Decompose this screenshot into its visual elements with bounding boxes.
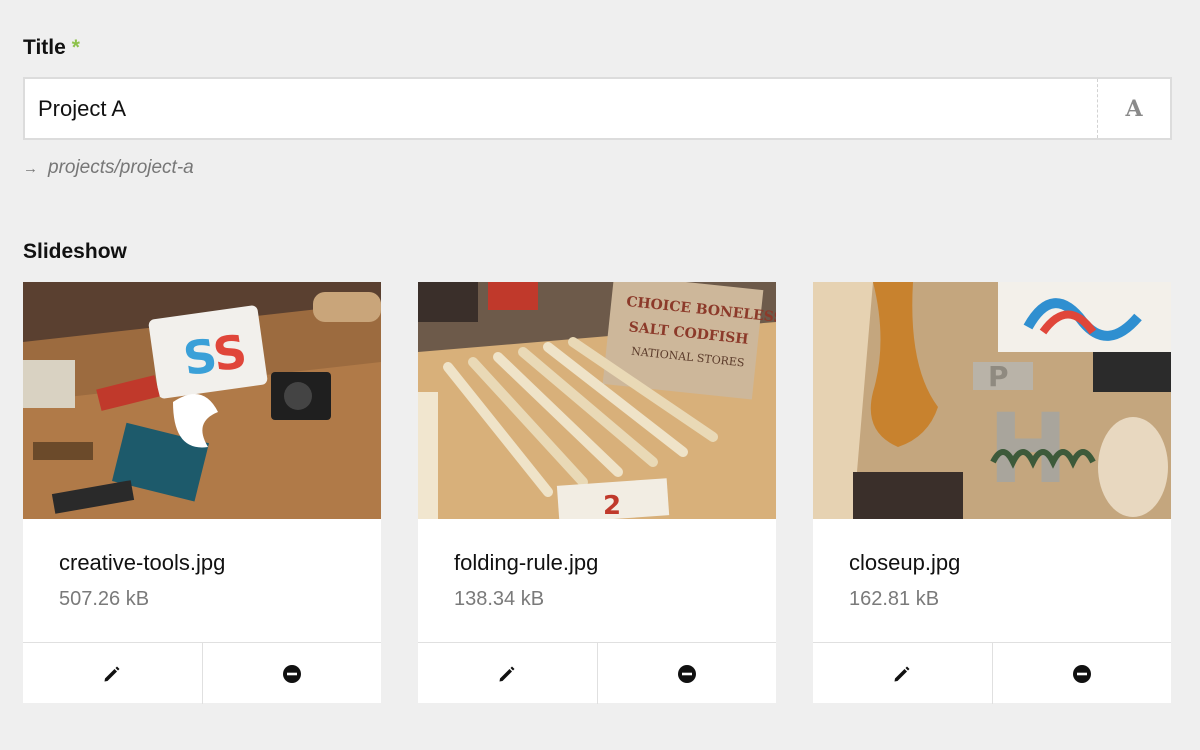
file-name: folding-rule.jpg <box>454 550 599 575</box>
file-name: creative-tools.jpg <box>59 550 226 575</box>
font-toggle-button[interactable]: A <box>1097 79 1170 138</box>
image-thumbnail[interactable]: P H <box>813 282 1171 519</box>
card-actions <box>418 642 776 704</box>
edit-button[interactable] <box>813 643 992 704</box>
slideshow-card: CHOICE BONELESS SALT CODFISH NATIONAL ST… <box>418 282 776 704</box>
title-input[interactable] <box>25 78 1097 139</box>
title-field-label: Title * <box>23 36 80 60</box>
slideshow-card: P H closeup.jpg 162.81 kB <box>813 282 1171 704</box>
pencil-icon <box>894 666 910 681</box>
pencil-icon <box>104 666 120 681</box>
file-size: 138.34 kB <box>454 588 545 610</box>
remove-button[interactable] <box>596 643 777 704</box>
svg-text:H: H <box>988 393 1068 505</box>
slug-path: projects/project-a <box>48 157 194 178</box>
edit-button[interactable] <box>418 643 597 704</box>
minus-circle-icon <box>1072 664 1091 683</box>
svg-text:P: P <box>988 360 1009 393</box>
card-actions <box>813 642 1171 704</box>
title-label-text: Title <box>23 36 66 59</box>
remove-button[interactable] <box>991 643 1172 704</box>
slideshow-card: S S creative-tools.jpg 507.26 kB <box>23 282 381 704</box>
slug-preview: → projects/project-a <box>23 157 194 179</box>
remove-button[interactable] <box>201 643 382 704</box>
arrow-right-icon: → <box>23 159 38 177</box>
required-marker: * <box>71 36 80 59</box>
svg-text:2: 2 <box>603 491 621 519</box>
file-size: 162.81 kB <box>849 588 940 610</box>
minus-circle-icon <box>677 664 696 683</box>
file-size: 507.26 kB <box>59 588 150 610</box>
minus-circle-icon <box>282 664 301 683</box>
creative-tools-photo: S S <box>23 282 381 519</box>
image-thumbnail[interactable]: S S <box>23 282 381 519</box>
file-name: closeup.jpg <box>849 550 961 575</box>
edit-button[interactable] <box>23 643 202 704</box>
slideshow-field-label: Slideshow <box>23 240 127 263</box>
panel-page: Title* A → projects/project-a Slideshow … <box>0 0 1200 750</box>
title-input-wrapper: A <box>23 77 1172 140</box>
closeup-photo: P H <box>813 282 1171 519</box>
pencil-icon <box>499 666 515 681</box>
folding-rule-photo: CHOICE BONELESS SALT CODFISH NATIONAL ST… <box>418 282 776 519</box>
image-thumbnail[interactable]: CHOICE BONELESS SALT CODFISH NATIONAL ST… <box>418 282 776 519</box>
card-actions <box>23 642 381 704</box>
